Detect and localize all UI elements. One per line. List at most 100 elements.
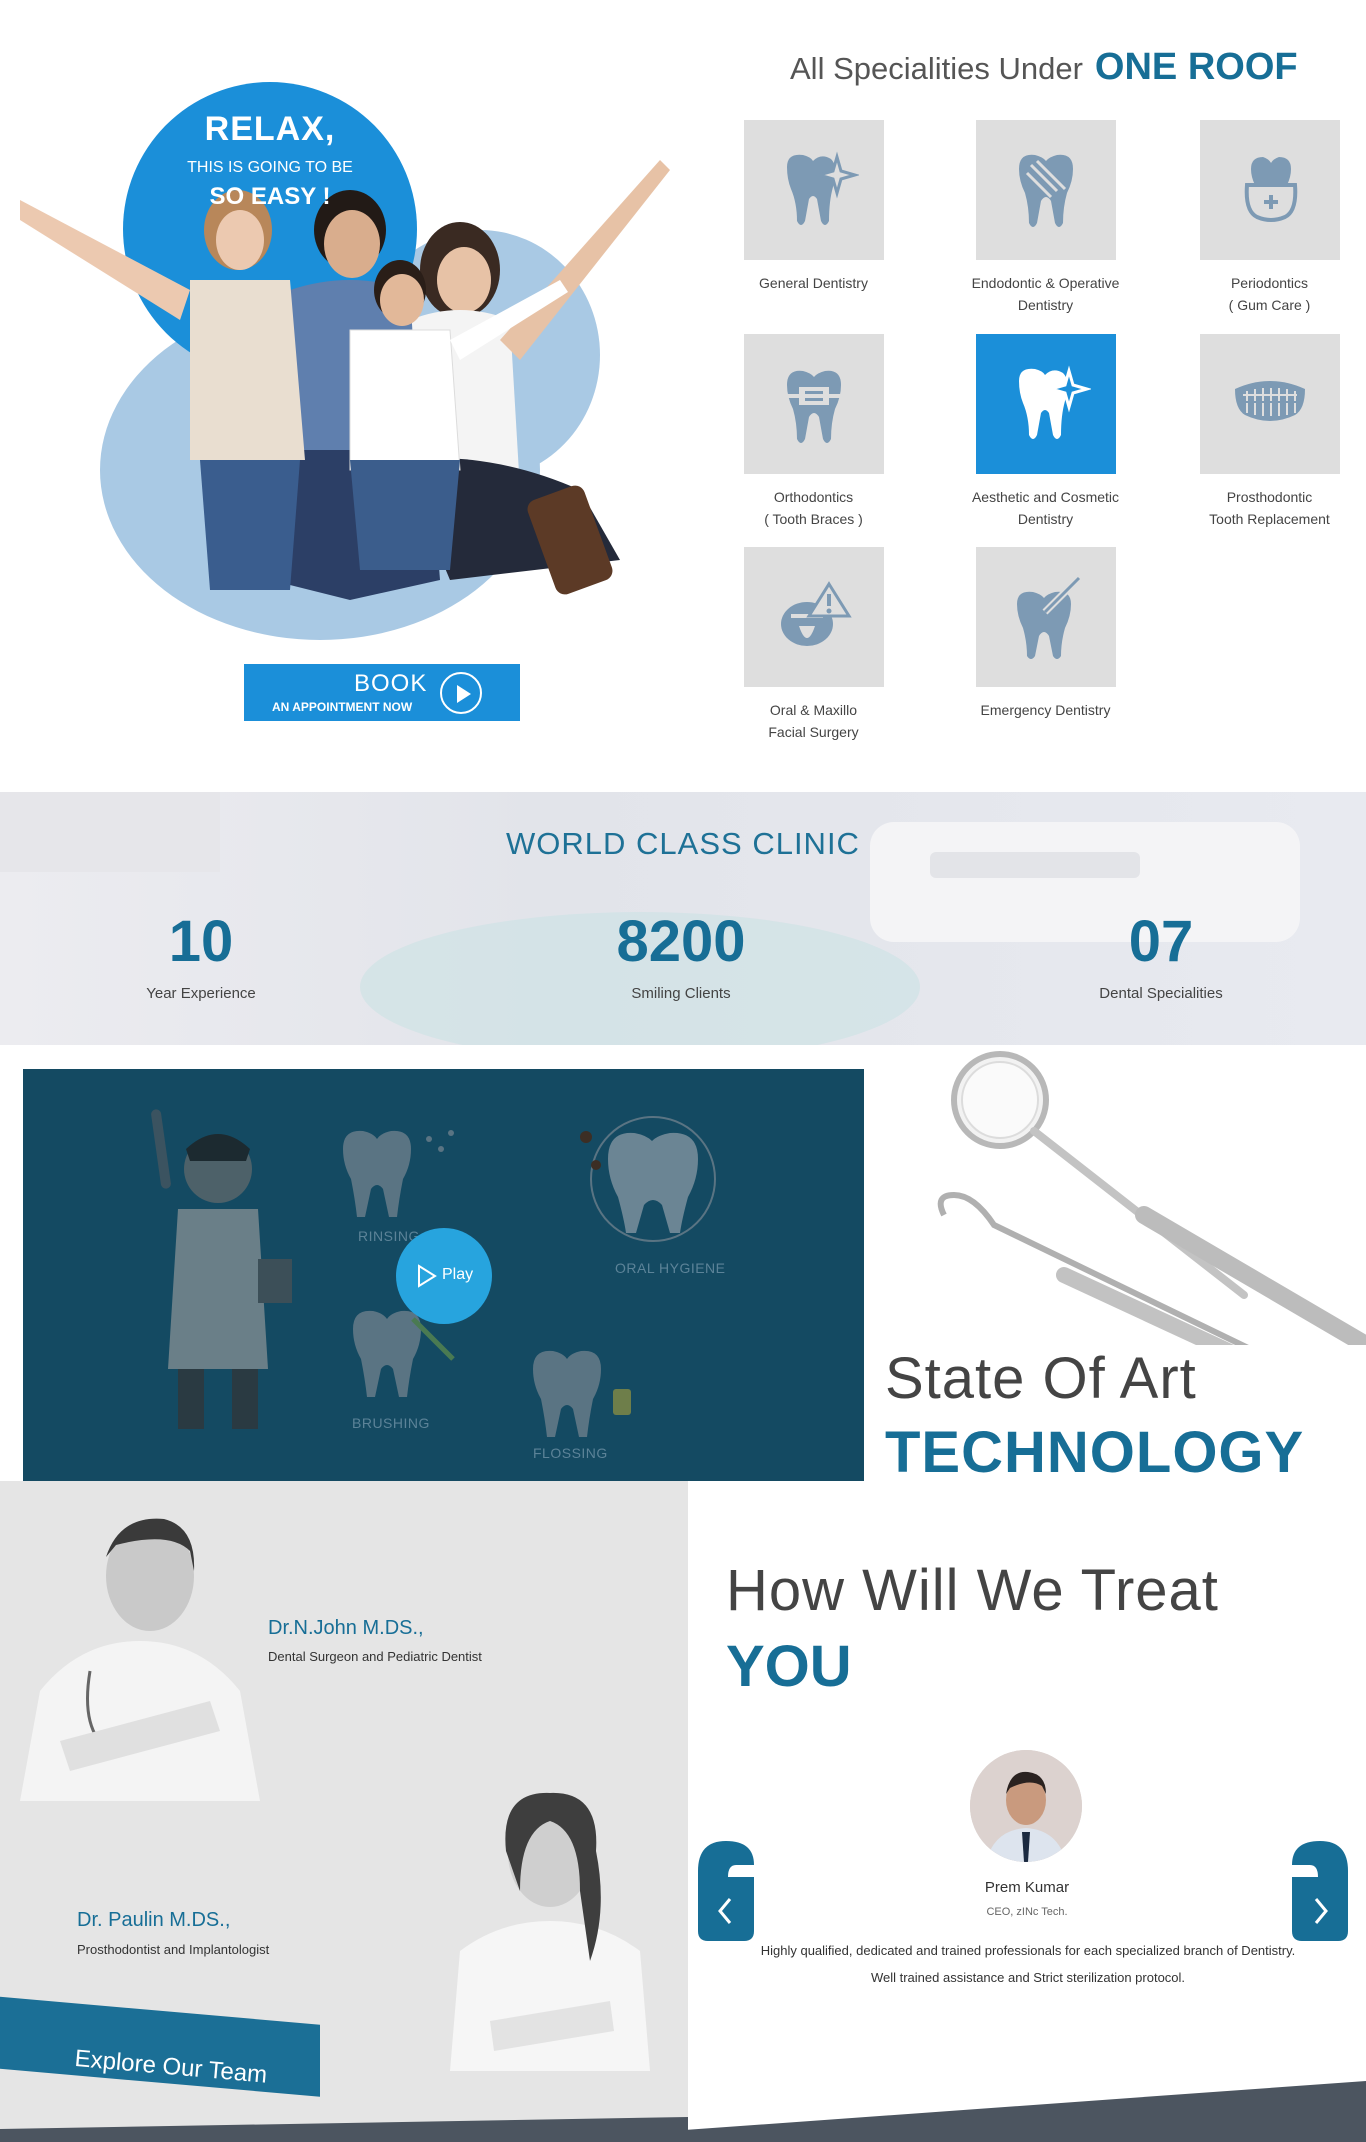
speciality-emergency[interactable]: Emergency Dentistry: [933, 547, 1158, 721]
testimonial-name: Prem Kumar: [984, 1879, 1070, 1896]
denture-icon: [1234, 381, 1305, 421]
stats-title: WORLD CLASS CLINIC: [506, 826, 860, 861]
tooth-flossing-illustration: [533, 1350, 631, 1437]
video-label-oral-hygiene: ORAL HYGIENE: [615, 1260, 726, 1276]
speciality-aesthetic[interactable]: Aesthetic and Cosmetic Dentistry: [933, 334, 1158, 530]
hero-section: RELAX, THIS IS GOING TO BE SO EASY ! BOO…: [0, 0, 1366, 792]
tech-heading-light: State Of Art: [885, 1346, 1197, 1411]
testimonial-role: CEO, zINc Tech.: [986, 1906, 1068, 1918]
video-section[interactable]: RINSING ORAL HYGIENE BRUSHING FLOSSING P…: [23, 1069, 864, 1481]
video-label-brushing: BRUSHING: [352, 1415, 430, 1431]
speciality-label: General Dentistry: [701, 272, 926, 294]
book-sublabel: AN APPOINTMENT NOW: [272, 700, 413, 714]
speciality-general-dentistry[interactable]: General Dentistry: [701, 120, 926, 294]
stat-label: Year Experience: [146, 985, 256, 1002]
treat-bottom-band: [688, 2081, 1366, 2142]
tooth-striped-icon: [1018, 154, 1073, 227]
stat-label: Dental Specialities: [1099, 985, 1223, 1002]
doctor-cartoon: [151, 1109, 292, 1429]
explore-team-button[interactable]: [0, 1993, 320, 2097]
speciality-line2: Dentistry: [1017, 297, 1074, 313]
speciality-line2: Facial Surgery: [768, 724, 859, 740]
speciality-line1: Emergency Dentistry: [980, 702, 1111, 718]
stat-experience: 10 Year Experience: [81, 907, 321, 1002]
specialities-heading-light: All Specialities Under: [790, 51, 1083, 86]
testimonial-quote-line2: Well trained assistance and Strict steri…: [870, 1970, 1186, 1985]
speciality-oral-maxillo[interactable]: Oral & Maxillo Facial Surgery: [701, 547, 926, 743]
relax-easy: SO EASY !: [209, 183, 331, 210]
speciality-tile[interactable]: [1199, 334, 1340, 474]
stat-clients: 8200 Smiling Clients: [561, 907, 801, 1002]
tooth-rinsing-illustration: [343, 1130, 454, 1217]
doctor-paulin-photo: [450, 1792, 650, 2071]
speciality-line1: Orthodontics: [773, 489, 854, 505]
tooth-sparkle-icon: [1018, 365, 1091, 439]
stat-number: 07: [1128, 909, 1194, 974]
doctor-title: Prosthodontist and Implantologist: [77, 1942, 270, 1957]
speciality-tile-active[interactable]: [975, 334, 1116, 474]
tooth-syringe-icon: [1016, 575, 1081, 659]
stat-number: 10: [168, 909, 234, 974]
testimonial-avatar: [970, 1750, 1082, 1862]
speciality-line1: Oral & Maxillo: [769, 702, 858, 718]
relax-subtitle: THIS IS GOING TO BE: [187, 159, 353, 176]
tooth-sparkle-icon: [786, 151, 859, 225]
video-play-button[interactable]: Play: [396, 1228, 492, 1324]
speciality-line1: Prosthodontic: [1226, 489, 1313, 505]
team-bottom-band: [0, 2117, 688, 2142]
stat-number: 8200: [616, 909, 746, 974]
speciality-label: Periodontics ( Gum Care ): [1157, 272, 1366, 316]
book-label: BOOK: [354, 670, 428, 697]
doctor-name: Dr. Paulin M.DS.,: [77, 1909, 231, 1931]
tooth-gum-icon: [1244, 157, 1297, 222]
relax-text: RELAX, THIS IS GOING TO BE SO EASY !: [150, 110, 390, 211]
avatar-photo: [970, 1750, 1082, 1862]
speciality-tile[interactable]: [743, 547, 884, 687]
speciality-line1: Aesthetic and Cosmetic: [971, 489, 1120, 505]
specialities-heading: All Specialities Under ONE ROOF: [790, 46, 1298, 89]
speciality-label: Aesthetic and Cosmetic Dentistry: [933, 486, 1158, 530]
book-appointment-button[interactable]: BOOK AN APPOINTMENT NOW: [244, 664, 520, 721]
specialities-heading-bold: ONE ROOF: [1094, 46, 1298, 88]
speciality-orthodontics[interactable]: Orthodontics ( Tooth Braces ): [701, 334, 926, 530]
speciality-tile[interactable]: [743, 334, 884, 474]
treatment-section: How Will We Treat YOU Prem Kumar CEO, zI…: [688, 1481, 1366, 2142]
relax-title: RELAX,: [204, 110, 336, 148]
mouth-warning-icon: [780, 581, 852, 646]
world-class-section: WORLD CLASS CLINIC 10 Year Experience 82…: [0, 792, 1366, 1045]
speciality-line1: Endodontic & Operative: [971, 275, 1120, 291]
speciality-periodontics[interactable]: Periodontics ( Gum Care ): [1157, 120, 1366, 316]
speciality-tile[interactable]: [975, 120, 1116, 260]
speciality-tile[interactable]: [975, 547, 1116, 687]
speciality-label: Orthodontics ( Tooth Braces ): [701, 486, 926, 530]
speciality-line2: Tooth Replacement: [1209, 511, 1330, 527]
doctor-name: Dr.N.John M.DS.,: [268, 1617, 424, 1639]
treat-heading-light: How Will We Treat: [726, 1558, 1219, 1623]
team-section: Dr.N.John M.DS., Dental Surgeon and Pedi…: [0, 1481, 688, 2142]
speciality-tile[interactable]: [1199, 120, 1340, 260]
play-label: Play: [442, 1266, 474, 1283]
doctor-john-photo: [20, 1518, 260, 1801]
speciality-tile[interactable]: [743, 120, 884, 260]
family-photo: [20, 160, 670, 600]
speciality-label: Prosthodontic Tooth Replacement: [1157, 486, 1366, 530]
stat-label: Smiling Clients: [631, 985, 731, 1002]
video-label-flossing: FLOSSING: [533, 1445, 608, 1461]
speciality-prosthodontic[interactable]: Prosthodontic Tooth Replacement: [1157, 334, 1366, 530]
tooth-oral-hygiene-illustration: [580, 1116, 716, 1242]
speciality-endodontic[interactable]: Endodontic & Operative Dentistry: [933, 120, 1158, 316]
technology-section: State Of Art TECHNOLOGY: [864, 1045, 1366, 1481]
speciality-line2: Dentistry: [1017, 511, 1074, 527]
testimonial-quote: Highly qualified, dedicated and trained …: [748, 1937, 1308, 1991]
tooth-braces-icon: [782, 370, 845, 443]
play-circle-icon: [440, 672, 482, 714]
stat-specialities: 07 Dental Specialities: [1041, 907, 1281, 1002]
speciality-label: Oral & Maxillo Facial Surgery: [701, 699, 926, 743]
speciality-line2: ( Tooth Braces ): [764, 511, 863, 527]
treat-heading-bold: YOU: [726, 1634, 852, 1699]
dental-instruments-image: [937, 1051, 1366, 1345]
speciality-line2: ( Gum Care ): [1228, 297, 1311, 313]
testimonial-quote-line1: Highly qualified, dedicated and trained …: [760, 1943, 1296, 1958]
speciality-label: Endodontic & Operative Dentistry: [933, 272, 1158, 316]
tech-heading-bold: TECHNOLOGY: [885, 1420, 1305, 1481]
